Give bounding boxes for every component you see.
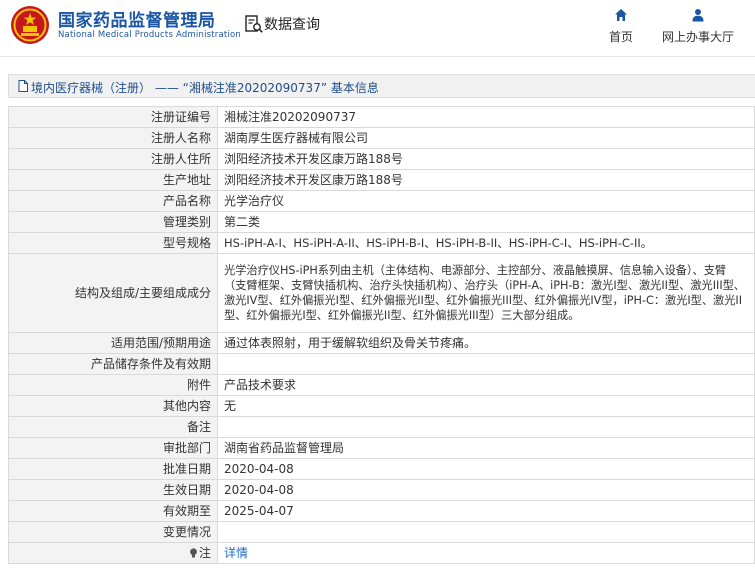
nav-online-hall[interactable]: 网上办事大厅 bbox=[656, 8, 740, 48]
nav-home[interactable]: 首页 bbox=[604, 8, 638, 48]
table-row: 适用范围/预期用途 通过体表照射，用于缓解软组织及骨关节疼痛。 bbox=[8, 332, 755, 354]
field-value: 无 bbox=[217, 395, 755, 417]
field-label: 注册人名称 bbox=[8, 127, 218, 149]
breadcrumb: 境内医疗器械（注册） —— “湘械注准20202090737” 基本信息 bbox=[8, 74, 755, 98]
field-value: 湘械注准20202090737 bbox=[217, 106, 755, 128]
field-label: 注 bbox=[198, 546, 211, 560]
details-link[interactable]: 详情 bbox=[224, 546, 248, 560]
field-value: 湖南厚生医疗器械有限公司 bbox=[217, 127, 755, 149]
field-value: 湖南省药品监督管理局 bbox=[217, 437, 755, 459]
table-row: 注 详情 bbox=[8, 542, 755, 564]
table-row: 型号规格 HS-iPH-A-I、HS-iPH-A-II、HS-iPH-B-I、H… bbox=[8, 232, 755, 254]
table-row: 有效期至 2025-04-07 bbox=[8, 500, 755, 522]
field-label: 结构及组成/主要组成成分 bbox=[8, 253, 218, 333]
field-label: 适用范围/预期用途 bbox=[8, 332, 218, 354]
field-label: 其他内容 bbox=[8, 395, 218, 417]
national-emblem-icon[interactable] bbox=[10, 5, 50, 45]
field-value: 通过体表照射，用于缓解软组织及骨关节疼痛。 bbox=[217, 332, 755, 354]
field-value: 第二类 bbox=[217, 211, 755, 233]
field-label: 产品名称 bbox=[8, 190, 218, 212]
lightbulb-icon bbox=[190, 548, 197, 558]
field-label: 生产地址 bbox=[8, 169, 218, 191]
field-value bbox=[217, 416, 755, 438]
field-value: 2020-04-08 bbox=[217, 458, 755, 480]
field-label: 附件 bbox=[8, 374, 218, 396]
table-row: 注册证编号 湘械注准20202090737 bbox=[8, 106, 755, 128]
field-label: 产品储存条件及有效期 bbox=[8, 353, 218, 375]
header-divider bbox=[0, 56, 755, 57]
table-row: 产品储存条件及有效期 bbox=[8, 353, 755, 375]
field-value: 2025-04-07 bbox=[217, 500, 755, 522]
field-label: 生效日期 bbox=[8, 479, 218, 501]
field-label: 注册人住所 bbox=[8, 148, 218, 170]
user-icon bbox=[692, 9, 704, 22]
field-value bbox=[217, 521, 755, 543]
field-label: 有效期至 bbox=[8, 500, 218, 522]
table-row: 批准日期 2020-04-08 bbox=[8, 458, 755, 480]
nav-home-label: 首页 bbox=[608, 30, 633, 44]
detail-table: 注册证编号 湘械注准20202090737 注册人名称 湖南厚生医疗器械有限公司… bbox=[8, 106, 755, 564]
document-icon bbox=[18, 80, 28, 92]
table-row: 生产地址 浏阳经济技术开发区康万路188号 bbox=[8, 169, 755, 191]
table-row: 其他内容 无 bbox=[8, 395, 755, 417]
table-row: 注册人名称 湖南厚生医疗器械有限公司 bbox=[8, 127, 755, 149]
field-value: 浏阳经济技术开发区康万路188号 bbox=[217, 148, 755, 170]
table-row: 审批部门 湖南省药品监督管理局 bbox=[8, 437, 755, 459]
brand-subtitle[interactable]: National Medical Products Administration bbox=[58, 30, 241, 40]
field-label: 注册证编号 bbox=[8, 106, 218, 128]
table-row: 变更情况 bbox=[8, 521, 755, 543]
table-row: 备注 bbox=[8, 416, 755, 438]
field-label: 审批部门 bbox=[8, 437, 218, 459]
table-row: 结构及组成/主要组成成分 光学治疗仪HS-iPH系列由主机（主体结构、电源部分、… bbox=[8, 253, 755, 333]
field-value: 浏阳经济技术开发区康万路188号 bbox=[217, 169, 755, 191]
data-query-label[interactable]: 数据查询 bbox=[264, 14, 320, 34]
details-cell: 详情 bbox=[217, 542, 755, 564]
field-label: 型号规格 bbox=[8, 232, 218, 254]
field-label: 备注 bbox=[8, 416, 218, 438]
page-title: 境内医疗器械（注册） —— “湘械注准20202090737” 基本信息 bbox=[31, 81, 379, 95]
brand-title[interactable]: 国家药品监督管理局 bbox=[58, 6, 216, 31]
site-header: 国家药品监督管理局 National Medical Products Admi… bbox=[0, 0, 755, 52]
field-value: HS-iPH-A-I、HS-iPH-A-II、HS-iPH-B-I、HS-iPH… bbox=[217, 232, 755, 254]
table-row: 生效日期 2020-04-08 bbox=[8, 479, 755, 501]
table-row: 附件 产品技术要求 bbox=[8, 374, 755, 396]
field-value bbox=[217, 353, 755, 375]
field-value: 2020-04-08 bbox=[217, 479, 755, 501]
table-row: 注册人住所 浏阳经济技术开发区康万路188号 bbox=[8, 148, 755, 170]
nav-online-hall-label: 网上办事大厅 bbox=[661, 30, 734, 44]
field-label: 变更情况 bbox=[8, 521, 218, 543]
field-value: 光学治疗仪HS-iPH系列由主机（主体结构、电源部分、主控部分、液晶触摸屏、信息… bbox=[217, 253, 755, 333]
field-value: 光学治疗仪 bbox=[217, 190, 755, 212]
field-value: 产品技术要求 bbox=[217, 374, 755, 396]
table-row: 管理类别 第二类 bbox=[8, 211, 755, 233]
home-icon bbox=[615, 9, 627, 21]
field-label: 管理类别 bbox=[8, 211, 218, 233]
table-row: 产品名称 光学治疗仪 bbox=[8, 190, 755, 212]
note-label-cell: 注 bbox=[8, 542, 218, 564]
field-label: 批准日期 bbox=[8, 458, 218, 480]
document-search-icon bbox=[245, 15, 263, 33]
